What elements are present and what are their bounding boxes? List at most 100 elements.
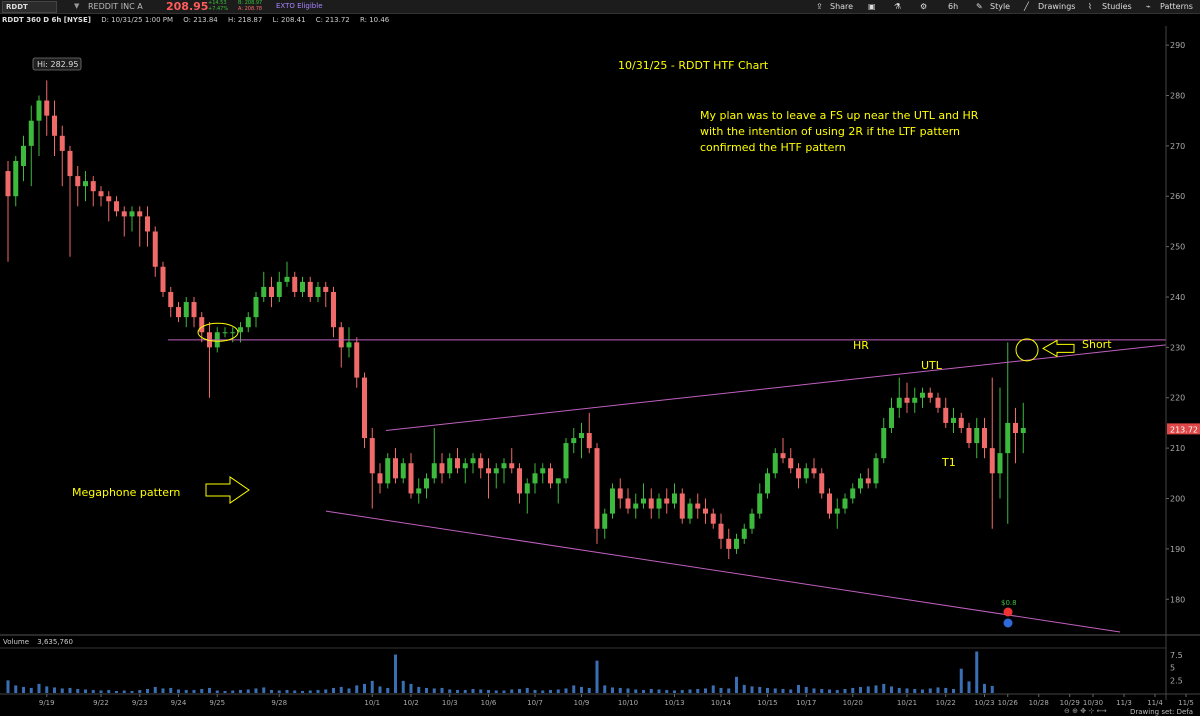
- candle-body: [1020, 427, 1026, 434]
- price-chart[interactable]: Hi: 282.95 10/31/25 - RDDT HTF Chart My …: [0, 0, 1200, 716]
- candle-body: [439, 463, 445, 474]
- candle-body: [5, 171, 11, 197]
- candle-body: [710, 513, 716, 524]
- candle-body: [672, 493, 677, 504]
- candle-body: [625, 498, 631, 509]
- price-tick-label: 230: [1170, 343, 1185, 352]
- candle-body: [889, 407, 894, 428]
- volume-bar: [975, 651, 979, 693]
- volume-bar: [556, 689, 560, 693]
- volume-bar: [409, 683, 413, 693]
- time-tick-label: 10/13: [664, 699, 684, 707]
- volume-bar: [804, 686, 808, 693]
- candle-body: [780, 453, 786, 459]
- volume-bar: [828, 689, 831, 693]
- volume-bar: [897, 687, 901, 693]
- volume-bar: [301, 690, 304, 693]
- time-tick-label: 10/10: [618, 699, 638, 707]
- volume-bar: [254, 688, 258, 693]
- candle-body: [524, 483, 530, 494]
- candle-body: [230, 332, 236, 334]
- candle-body: [470, 458, 476, 464]
- volume-bar: [394, 654, 397, 693]
- candle-body: [292, 276, 298, 292]
- volume-bar: [99, 690, 103, 693]
- volume-bar: [913, 688, 917, 693]
- volume-bar: [91, 689, 95, 693]
- volume-bar: [510, 689, 514, 693]
- candle-body: [602, 513, 608, 529]
- volume-header: Volume 3,635,760: [0, 636, 76, 648]
- time-tick-label: 11/3: [1116, 699, 1132, 707]
- candle-body: [664, 498, 670, 504]
- candle-body: [199, 317, 205, 333]
- volume-bar: [60, 688, 64, 693]
- volume-bar: [184, 689, 188, 693]
- current-price-tag: 213.72: [1167, 423, 1200, 435]
- zoom-in-icon[interactable]: ⊕: [1072, 707, 1078, 715]
- time-tick-label: 10/23: [974, 699, 994, 707]
- candle-body: [129, 211, 135, 217]
- candle-body: [408, 463, 414, 494]
- volume-bar: [339, 686, 343, 693]
- candle-body: [579, 433, 584, 439]
- time-tick-label: 9/19: [39, 699, 55, 707]
- candle-body: [633, 503, 639, 509]
- candle-body: [67, 150, 73, 177]
- volume-bar: [84, 689, 87, 693]
- candle-body: [121, 211, 127, 217]
- candle-body: [912, 397, 918, 403]
- volume-bar: [835, 689, 839, 693]
- volume-tick-label: 7.5: [1170, 651, 1183, 660]
- volume-bar: [161, 688, 165, 693]
- candle-body: [997, 453, 1003, 474]
- candle-body: [362, 377, 367, 439]
- price-tick-label: 220: [1170, 394, 1185, 403]
- volume-bar: [29, 687, 33, 693]
- candle-body: [160, 266, 166, 292]
- candle-body: [400, 463, 406, 479]
- pan-icon[interactable]: ✥: [1080, 707, 1086, 715]
- volume-bar: [22, 686, 25, 693]
- volume-bar: [773, 688, 777, 693]
- volume-tick-label: 2.5: [1170, 676, 1183, 685]
- chart-annotation-title: 10/31/25 - RDDT HTF Chart: [618, 59, 769, 72]
- price-tick-label: 280: [1170, 91, 1185, 100]
- volume-bar: [277, 690, 281, 693]
- candle-body: [377, 473, 383, 484]
- volume-bar: [386, 687, 390, 693]
- candle-body: [354, 342, 360, 378]
- time-tick-label: 10/28: [1029, 699, 1049, 707]
- volume-bar: [425, 687, 428, 693]
- candle-body: [28, 120, 34, 146]
- candle-body: [641, 498, 646, 504]
- volume-bar: [673, 690, 676, 693]
- ruler-icon[interactable]: ⟷: [1096, 707, 1106, 715]
- plan-text-line2: with the intention of using 2R if the LT…: [700, 125, 960, 138]
- volume-bar: [107, 689, 111, 693]
- candle-body: [393, 458, 398, 479]
- volume-bar: [68, 687, 72, 693]
- volume-bar: [967, 681, 971, 693]
- candle-body: [276, 281, 282, 297]
- time-tick-label: 10/30: [1083, 699, 1103, 707]
- volume-bar: [859, 686, 862, 693]
- event-marker-red[interactable]: [1003, 607, 1013, 617]
- event-marker-blue[interactable]: [1003, 618, 1013, 628]
- volume-bar: [432, 688, 436, 693]
- time-tick-label: 10/17: [796, 699, 816, 707]
- drawing-set-status[interactable]: Drawing set: Defa: [1130, 708, 1193, 716]
- candle-body: [509, 463, 515, 469]
- volume-bar: [611, 687, 614, 693]
- candle-body: [152, 231, 158, 267]
- candle-body: [501, 463, 507, 469]
- time-axis: 9/19 9/22 9/23 9/24 9/25 9/28 10/1 10/2 10/3 10/6…: [39, 694, 1194, 707]
- crosshair-icon[interactable]: ⊹: [1088, 707, 1094, 715]
- time-tick-label: 9/25: [209, 699, 225, 707]
- candle-body: [726, 538, 732, 549]
- candle-body: [478, 458, 484, 469]
- zoom-out-icon[interactable]: ⊖: [1064, 707, 1070, 715]
- candle-body: [261, 286, 267, 297]
- time-tick-label: 10/20: [843, 699, 863, 707]
- candle-body: [486, 468, 491, 474]
